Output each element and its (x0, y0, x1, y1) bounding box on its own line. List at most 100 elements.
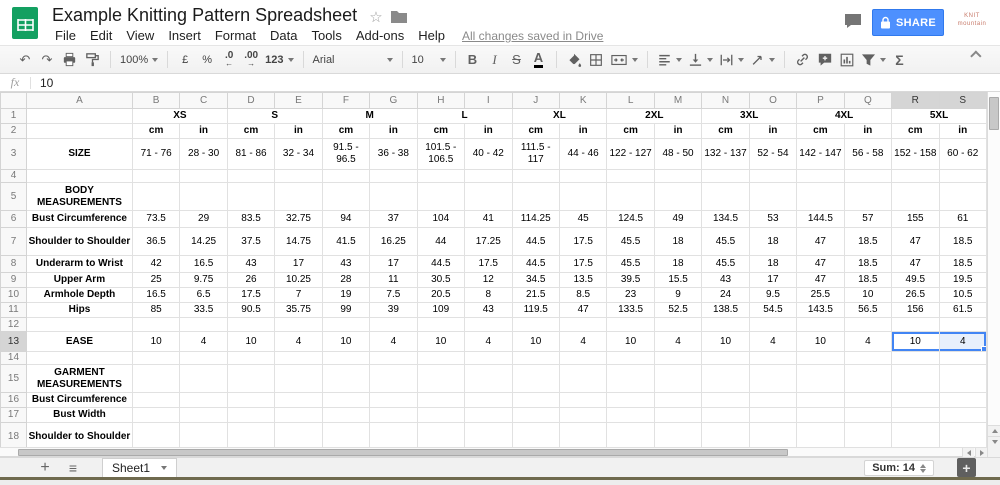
text-wrap-button[interactable] (716, 49, 747, 71)
cell-A10[interactable]: Armhole Depth (25, 287, 133, 303)
functions-button[interactable]: Σ (889, 49, 911, 71)
cell-J18[interactable] (511, 422, 560, 447)
cell-size-group-L[interactable]: L (416, 108, 513, 124)
cell-P13[interactable]: 10 (796, 331, 845, 352)
cell-P5[interactable] (796, 182, 845, 211)
cell-M14[interactable] (653, 351, 703, 365)
cell-K5[interactable] (558, 182, 608, 211)
cell-C14[interactable] (179, 351, 228, 365)
cell-Q7[interactable]: 18.5 (843, 227, 893, 256)
cell-A1[interactable] (25, 108, 133, 124)
cell-K13[interactable]: 4 (558, 331, 608, 352)
cell-G5[interactable] (369, 182, 418, 211)
cell-A18[interactable]: Shoulder to Shoulder (25, 422, 133, 447)
cell-D11[interactable]: 90.5 (226, 302, 276, 318)
cell-B12[interactable] (131, 317, 181, 332)
percent-format-button[interactable]: % (196, 49, 218, 71)
col-header-J[interactable]: J (511, 92, 560, 109)
insert-comment-icon[interactable] (814, 49, 836, 71)
cell-P15[interactable] (796, 364, 845, 393)
cell-M11[interactable]: 52.5 (653, 302, 703, 318)
cell-C4[interactable] (179, 169, 228, 183)
cell-A13[interactable]: EASE (25, 331, 133, 352)
sum-options-icon[interactable] (920, 463, 926, 473)
fill-color-button[interactable] (563, 49, 585, 71)
cell-E4[interactable] (274, 169, 323, 183)
cell-B14[interactable] (131, 351, 181, 365)
cell-E7[interactable]: 14.75 (274, 227, 323, 256)
cell-M18[interactable] (653, 422, 703, 447)
cell-H6[interactable]: 104 (416, 210, 466, 228)
cell-L8[interactable]: 45.5 (606, 255, 655, 273)
cell-M2[interactable]: in (653, 123, 703, 139)
cell-O4[interactable] (748, 169, 798, 183)
cell-I17[interactable] (464, 407, 513, 423)
cell-N4[interactable] (701, 169, 750, 183)
cell-A7[interactable]: Shoulder to Shoulder (25, 227, 133, 256)
cell-J11[interactable]: 119.5 (511, 302, 560, 318)
horizontal-scrollbar-thumb[interactable] (18, 449, 788, 456)
cell-E11[interactable]: 35.75 (274, 302, 323, 318)
cell-K12[interactable] (558, 317, 608, 332)
fill-handle[interactable] (981, 346, 986, 351)
row-header-3[interactable]: 3 (0, 138, 27, 170)
cell-A9[interactable]: Upper Arm (25, 272, 133, 288)
cell-G3[interactable]: 36 - 38 (369, 138, 418, 170)
merge-cells-button[interactable] (607, 49, 641, 71)
cell-P14[interactable] (796, 351, 845, 365)
cell-F3[interactable]: 91.5 - 96.5 (321, 138, 371, 170)
col-header-R[interactable]: R (891, 92, 940, 109)
cell-A17[interactable]: Bust Width (25, 407, 133, 423)
cell-A16[interactable]: Bust Circumference (25, 392, 133, 408)
cell-I8[interactable]: 17.5 (464, 255, 513, 273)
cell-N5[interactable] (701, 182, 750, 211)
col-header-Q[interactable]: Q (843, 92, 893, 109)
cell-Q12[interactable] (843, 317, 893, 332)
cell-S3[interactable]: 60 - 62 (938, 138, 987, 170)
share-button[interactable]: SHARE (872, 9, 944, 36)
cell-R18[interactable] (891, 422, 940, 447)
cell-C2[interactable]: in (179, 123, 228, 139)
cell-R16[interactable] (891, 392, 940, 408)
insert-chart-icon[interactable] (836, 49, 858, 71)
cell-K9[interactable]: 13.5 (558, 272, 608, 288)
row-header-14[interactable]: 14 (0, 351, 27, 365)
cell-Q13[interactable]: 4 (843, 331, 893, 352)
cell-H13[interactable]: 10 (416, 331, 466, 352)
cell-N9[interactable]: 43 (701, 272, 750, 288)
scroll-up-icon[interactable] (988, 425, 1000, 436)
cell-O10[interactable]: 9.5 (748, 287, 798, 303)
cell-Q17[interactable] (843, 407, 893, 423)
cell-H3[interactable]: 101.5 - 106.5 (416, 138, 466, 170)
cell-J12[interactable] (511, 317, 560, 332)
cell-P4[interactable] (796, 169, 845, 183)
cell-C10[interactable]: 6.5 (179, 287, 228, 303)
cell-size-group-2XL[interactable]: 2XL (606, 108, 703, 124)
text-rotation-button[interactable] (747, 49, 778, 71)
scroll-right-icon[interactable] (975, 448, 987, 457)
cell-K15[interactable] (558, 364, 608, 393)
cell-S16[interactable] (938, 392, 987, 408)
cell-N13[interactable]: 10 (701, 331, 750, 352)
cell-F16[interactable] (321, 392, 371, 408)
row-header-9[interactable]: 9 (0, 272, 27, 288)
cell-N7[interactable]: 45.5 (701, 227, 750, 256)
cell-G9[interactable]: 11 (369, 272, 418, 288)
cell-J2[interactable]: cm (511, 123, 560, 139)
strikethrough-button[interactable]: S (506, 49, 528, 71)
cell-H12[interactable] (416, 317, 466, 332)
menu-edit[interactable]: Edit (83, 26, 119, 45)
cell-D15[interactable] (226, 364, 276, 393)
cell-N12[interactable] (701, 317, 750, 332)
cell-E5[interactable] (274, 182, 323, 211)
cell-G7[interactable]: 16.25 (369, 227, 418, 256)
cell-G17[interactable] (369, 407, 418, 423)
document-title[interactable]: Example Knitting Pattern Spreadsheet (52, 5, 357, 26)
cell-I6[interactable]: 41 (464, 210, 513, 228)
cell-N10[interactable]: 24 (701, 287, 750, 303)
cell-A15[interactable]: GARMENT MEASUREMENTS (25, 364, 133, 393)
cell-O3[interactable]: 52 - 54 (748, 138, 798, 170)
cell-L3[interactable]: 122 - 127 (606, 138, 655, 170)
cell-L2[interactable]: cm (606, 123, 655, 139)
cell-O12[interactable] (748, 317, 798, 332)
